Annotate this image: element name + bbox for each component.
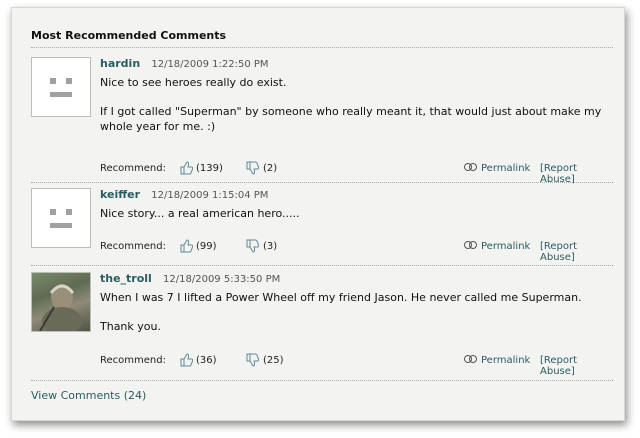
comment-item: hardin 12/18/2009 1:22:50 PM Nice to see… (31, 57, 615, 185)
comment-actions: Recommend: (139) (2) Permalink [Report A… (100, 161, 615, 185)
chain-link-icon (464, 241, 477, 252)
author-link[interactable]: the_troll (100, 272, 152, 285)
avatar (31, 57, 91, 117)
timestamp: 12/18/2009 1:22:50 PM (151, 59, 269, 70)
permalink-link[interactable]: Permalink (481, 163, 530, 174)
comment-item: keiffer 12/18/2009 1:15:04 PM Nice story… (31, 188, 615, 263)
report-abuse-link[interactable]: [Report Abuse] (540, 355, 615, 377)
thumbs-down-icon[interactable] (246, 161, 260, 178)
thumbs-up-icon[interactable] (180, 239, 194, 256)
recommend-down-count: (25) (263, 355, 284, 366)
comment-body: Nice to see heroes really do exist. If I… (100, 75, 612, 148)
comment-text: Nice story... a real american hero..... (100, 207, 300, 220)
thumbs-down-icon[interactable] (246, 353, 260, 370)
permalink-link[interactable]: Permalink (481, 355, 530, 366)
comment-body: When I was 7 I lifted a Power Wheel off … (100, 290, 612, 348)
comment-text: When I was 7 I lifted a Power Wheel off … (100, 291, 582, 304)
recommend-up-count: (99) (196, 241, 217, 252)
recommend-up-count: (36) (196, 355, 217, 366)
comment-text: Thank you. (100, 320, 161, 333)
divider (31, 380, 613, 381)
troll-photo-avatar (31, 272, 91, 332)
comment-header: hardin 12/18/2009 1:22:50 PM (100, 57, 269, 70)
comment-text: If I got called "Superman" by someone wh… (100, 105, 602, 133)
timestamp: 12/18/2009 5:33:50 PM (163, 274, 281, 285)
comment-actions: Recommend: (36) (25) Permalink [Report A… (100, 353, 615, 377)
recommend-label: Recommend: (100, 163, 166, 174)
recommend-down-count: (3) (263, 241, 278, 252)
comments-panel: Most Recommended Comments hardin 12/18/2… (11, 7, 625, 421)
avatar (31, 188, 91, 248)
view-comments-link[interactable]: View Comments (24) (31, 389, 146, 402)
comment-actions: Recommend: (99) (3) Permalink [Report Ab… (100, 239, 615, 263)
report-abuse-link[interactable]: [Report Abuse] (540, 241, 615, 263)
permalink-link[interactable]: Permalink (481, 241, 530, 252)
recommend-up-count: (139) (196, 163, 223, 174)
author-link[interactable]: keiffer (100, 188, 140, 201)
recommend-label: Recommend: (100, 355, 166, 366)
chain-link-icon (464, 163, 477, 174)
thumbs-up-icon[interactable] (180, 353, 194, 370)
comment-item: the_troll 12/18/2009 5:33:50 PM When I w… (31, 272, 615, 377)
divider (31, 47, 613, 48)
section-title: Most Recommended Comments (31, 29, 227, 42)
comment-header: the_troll 12/18/2009 5:33:50 PM (100, 272, 280, 285)
comment-text: Nice to see heroes really do exist. (100, 76, 287, 89)
recommend-label: Recommend: (100, 241, 166, 252)
timestamp: 12/18/2009 1:15:04 PM (151, 190, 269, 201)
comment-body: Nice story... a real american hero..... (100, 206, 612, 235)
thumbs-down-icon[interactable] (246, 239, 260, 256)
thumbs-up-icon[interactable] (180, 161, 194, 178)
comment-header: keiffer 12/18/2009 1:15:04 PM (100, 188, 268, 201)
chain-link-icon (464, 355, 477, 366)
divider (31, 265, 613, 266)
author-link[interactable]: hardin (100, 57, 140, 70)
divider (31, 182, 613, 183)
recommend-down-count: (2) (263, 163, 278, 174)
